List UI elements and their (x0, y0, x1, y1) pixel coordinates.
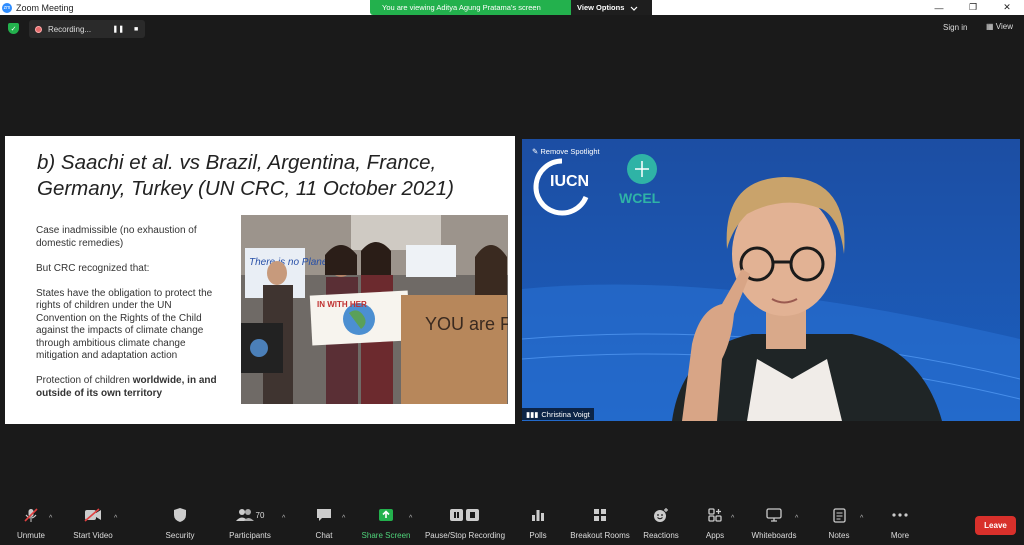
whiteboards-label: Whiteboards (751, 531, 797, 540)
polls-button[interactable]: Polls (527, 505, 549, 545)
participant-count: 70 (255, 510, 265, 520)
apps-button[interactable]: Apps (704, 505, 726, 545)
encryption-shield-icon[interactable]: ✓ (8, 23, 19, 34)
share-screen-button[interactable]: Share Screen (362, 505, 410, 545)
view-options-label: View Options (577, 3, 625, 12)
notes-label: Notes (828, 531, 850, 540)
view-grid-icon: ▦ (986, 22, 996, 31)
wcel-logo-text: WCEL (619, 190, 661, 206)
pause-stop-recording-label: Pause/Stop Recording (424, 531, 506, 540)
security-button[interactable]: Security (164, 505, 196, 545)
signal-bars-icon: ▮▮▮ (526, 409, 539, 419)
more-label: More (890, 531, 910, 540)
viewing-message: You are viewing Aditya Agung Pratama's s… (382, 3, 541, 12)
protest-photo-illustration: There is no Planet B IN WITH HER YOU are… (241, 215, 508, 404)
window-title: Zoom Meeting (16, 2, 74, 13)
polls-label: Polls (529, 531, 547, 540)
slide-title: b) Saachi et al. vs Brazil, Argentina, F… (37, 151, 454, 200)
breakout-rooms-button[interactable]: Breakout Rooms (569, 505, 631, 545)
pause-recording-button[interactable]: ❚❚ (109, 25, 127, 33)
sign-text-with-her: IN WITH HER (317, 300, 367, 309)
whiteboards-button[interactable]: Whiteboards (750, 505, 798, 545)
pause-stop-icon (449, 505, 481, 525)
reactions-button[interactable]: Reactions (643, 505, 679, 545)
restore-button[interactable]: ❐ (956, 0, 990, 15)
participants-icon: 70 (235, 505, 265, 525)
more-icon (892, 505, 908, 525)
start-video-button[interactable]: Start Video (70, 505, 116, 545)
slide-paragraph: But CRC recognized that: (36, 262, 150, 274)
view-label: View (995, 22, 1013, 31)
chat-chevron-icon[interactable]: ^ (342, 515, 345, 522)
breakout-rooms-label: Breakout Rooms (570, 531, 630, 540)
video-off-icon (84, 505, 102, 525)
minimize-button[interactable]: — (922, 0, 956, 15)
speaker-video-frame: IUCN WCEL (522, 139, 1020, 421)
meeting-topbar: ✓ Recording... ❚❚ ■ Sign in ▦ View (0, 15, 1024, 43)
apps-icon (708, 505, 722, 525)
security-label: Security (165, 531, 195, 540)
view-options-button[interactable]: View Options (571, 0, 652, 15)
apps-label: Apps (705, 531, 725, 540)
close-button[interactable]: ✕ (990, 0, 1024, 15)
shared-screen-slide: b) Saachi et al. vs Brazil, Argentina, F… (5, 136, 515, 424)
slide-body: Case inadmissible (no exhaustion of dome… (36, 225, 224, 413)
start-video-label: Start Video (73, 531, 113, 540)
apps-chevron-icon[interactable]: ^ (731, 515, 734, 522)
remove-spotlight-label: Remove Spotlight (540, 147, 600, 156)
speaker-video[interactable]: IUCN WCEL (522, 139, 1020, 421)
slide-text-plain: Protection of children (36, 375, 133, 386)
iucn-logo-text: IUCN (550, 173, 589, 190)
notes-icon (832, 505, 846, 525)
slide-paragraph: States have the obligation to protect th… (36, 287, 213, 362)
recording-indicator: Recording... ❚❚ ■ (29, 20, 145, 38)
audio-options-chevron-icon[interactable]: ^ (49, 515, 52, 522)
video-options-chevron-icon[interactable]: ^ (114, 515, 117, 522)
participant-name: Christina Voigt (541, 409, 590, 419)
polls-icon (531, 505, 545, 525)
remove-spotlight-button[interactable]: ✎ Remove Spotlight (532, 147, 600, 156)
notes-button[interactable]: Notes (827, 505, 851, 545)
unmute-label: Unmute (16, 531, 45, 540)
share-screen-icon (378, 505, 394, 525)
stop-recording-button[interactable]: ■ (127, 26, 145, 33)
leave-button[interactable]: Leave (975, 516, 1016, 535)
slide-paragraph: Case inadmissible (no exhaustion of dome… (36, 225, 197, 249)
participants-label: Participants (229, 531, 271, 540)
view-button[interactable]: ▦ View (986, 22, 1013, 31)
reactions-icon (653, 505, 669, 525)
participant-name-tag: ▮▮▮ Christina Voigt (522, 408, 594, 420)
slide-paragraph: Protection of children worldwide, in and… (36, 375, 224, 400)
chat-button[interactable]: Chat (311, 505, 337, 545)
whiteboard-icon (766, 505, 782, 525)
participants-chevron-icon[interactable]: ^ (282, 515, 285, 522)
participants-button[interactable]: 70 Participants (228, 505, 272, 545)
chat-icon (316, 505, 332, 525)
sign-in-link[interactable]: Sign in (943, 23, 967, 32)
mic-muted-icon (23, 505, 39, 525)
recording-label: Recording... (47, 24, 92, 34)
unmute-button[interactable]: Unmute (14, 505, 48, 545)
sign-text-failing: YOU are FAILING US (425, 314, 508, 334)
more-button[interactable]: More (888, 505, 912, 545)
reactions-label: Reactions (643, 531, 679, 540)
share-options-chevron-icon[interactable]: ^ (409, 515, 412, 522)
pause-stop-recording-button[interactable]: Pause/Stop Recording (425, 505, 505, 545)
breakout-rooms-icon (593, 505, 607, 525)
chevron-down-icon (630, 6, 638, 11)
notes-chevron-icon[interactable]: ^ (860, 515, 863, 522)
recording-dot-icon (35, 25, 42, 33)
window-controls: — ❐ ✕ (922, 0, 1024, 15)
chat-label: Chat (315, 531, 333, 540)
meeting-toolbar: Unmute ^ Start Video ^ Security 70 Parti… (0, 505, 1024, 545)
zoom-app-icon: zm (2, 2, 12, 13)
share-screen-label: Share Screen (361, 531, 411, 540)
whiteboards-chevron-icon[interactable]: ^ (795, 515, 798, 522)
viewing-banner: You are viewing Aditya Agung Pratama's s… (370, 0, 652, 15)
shield-icon (173, 505, 187, 525)
protest-photo: There is no Planet B IN WITH HER YOU are… (241, 215, 508, 404)
